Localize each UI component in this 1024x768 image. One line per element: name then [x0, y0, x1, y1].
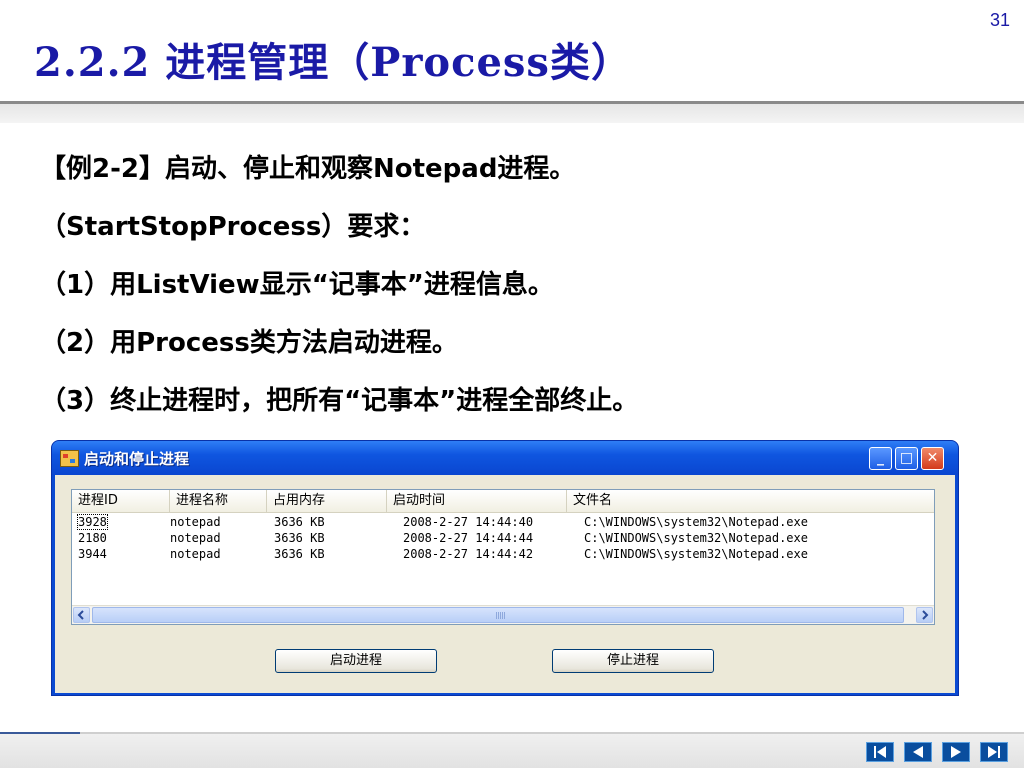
- column-header-pid[interactable]: 进程ID: [72, 490, 170, 512]
- body-line-req-1: （1）用ListView显示“记事本”进程信息。: [40, 270, 554, 300]
- last-slide-button[interactable]: [980, 742, 1008, 762]
- start-process-button[interactable]: 启动进程: [275, 649, 437, 673]
- maximize-icon: □: [899, 450, 914, 466]
- cell-filename: C:\WINDOWS\system32\Notepad.exe: [584, 531, 808, 545]
- cell-pid: 3944: [78, 547, 107, 561]
- window-title: 启动和停止进程: [84, 450, 190, 468]
- window-titlebar[interactable]: 启动和停止进程 _ □ ✕: [52, 441, 958, 475]
- cell-start-time: 2008-2-27 14:44:44: [403, 531, 534, 545]
- page-number: 31: [989, 10, 1010, 30]
- next-slide-button[interactable]: [942, 742, 970, 762]
- cell-memory: 3636 KB: [274, 547, 325, 561]
- chevron-left-icon: [77, 610, 84, 620]
- stop-process-button[interactable]: 停止进程: [552, 649, 714, 673]
- cell-name: notepad: [170, 531, 221, 545]
- cell-pid: 3928: [72, 514, 108, 530]
- slide-body: 【例2-2】启动、停止和观察Notepad进程。 （StartStopProce…: [40, 140, 1000, 430]
- cell-filename: C:\WINDOWS\system32\Notepad.exe: [584, 515, 808, 529]
- close-icon: ✕: [926, 450, 939, 466]
- last-slide-icon: [988, 746, 1000, 758]
- slide-title: 2.2.2 进程管理（Process类）: [34, 39, 632, 86]
- cell-pid: 2180: [78, 531, 107, 545]
- table-row[interactable]: 3944 notepad 3636 KB 2008-2-27 14:44:42 …: [72, 546, 934, 562]
- cell-pid-text: 3928: [77, 514, 108, 530]
- body-line-req-2: （2）用Process类方法启动进程。: [40, 328, 458, 358]
- column-header-memory[interactable]: 占用内存: [267, 490, 387, 512]
- cell-memory: 3636 KB: [274, 531, 325, 545]
- body-line-req-3: （3）终止进程时，把所有“记事本”进程全部终止。: [40, 386, 639, 416]
- minimize-icon: _: [877, 450, 884, 466]
- app-window-icon: [60, 450, 79, 467]
- process-listview[interactable]: 进程ID 进程名称 占用内存 启动时间 文件名 3928 notepad 363…: [71, 489, 935, 625]
- scroll-right-button[interactable]: [916, 607, 933, 623]
- cell-name: notepad: [170, 515, 221, 529]
- top-divider: [0, 101, 1024, 123]
- prev-slide-icon: [913, 746, 923, 758]
- cell-start-time: 2008-2-27 14:44:40: [403, 515, 534, 529]
- prev-slide-button[interactable]: [904, 742, 932, 762]
- horizontal-scrollbar[interactable]: [72, 605, 934, 624]
- maximize-button[interactable]: □: [895, 447, 918, 470]
- app-window: 启动和停止进程 _ □ ✕ 进程ID 进程名称 占用内存 启动时间 文件名 39…: [51, 440, 959, 696]
- column-header-start-time[interactable]: 启动时间: [387, 490, 567, 512]
- first-slide-button[interactable]: [866, 742, 894, 762]
- body-line-project: （StartStopProcess）要求：: [40, 212, 426, 242]
- first-slide-icon: [874, 746, 886, 758]
- grip-icon: [496, 612, 506, 619]
- next-slide-icon: [951, 746, 961, 758]
- listview-header: 进程ID 进程名称 占用内存 启动时间 文件名: [72, 490, 934, 513]
- column-header-filename[interactable]: 文件名: [567, 490, 934, 512]
- body-line-example: 【例2-2】启动、停止和观察Notepad进程。: [40, 154, 576, 184]
- chevron-right-icon: [922, 610, 929, 620]
- scroll-thumb[interactable]: [92, 607, 904, 623]
- cell-name: notepad: [170, 547, 221, 561]
- cell-start-time: 2008-2-27 14:44:42: [403, 547, 534, 561]
- close-button[interactable]: ✕: [921, 447, 944, 470]
- cell-memory: 3636 KB: [274, 515, 325, 529]
- table-row[interactable]: 2180 notepad 3636 KB 2008-2-27 14:44:44 …: [72, 530, 934, 546]
- table-row[interactable]: 3928 notepad 3636 KB 2008-2-27 14:44:40 …: [72, 514, 934, 530]
- scroll-left-button[interactable]: [73, 607, 90, 623]
- column-header-name[interactable]: 进程名称: [170, 490, 267, 512]
- cell-filename: C:\WINDOWS\system32\Notepad.exe: [584, 547, 808, 561]
- minimize-button[interactable]: _: [869, 447, 892, 470]
- window-client: 进程ID 进程名称 占用内存 启动时间 文件名 3928 notepad 363…: [55, 475, 955, 693]
